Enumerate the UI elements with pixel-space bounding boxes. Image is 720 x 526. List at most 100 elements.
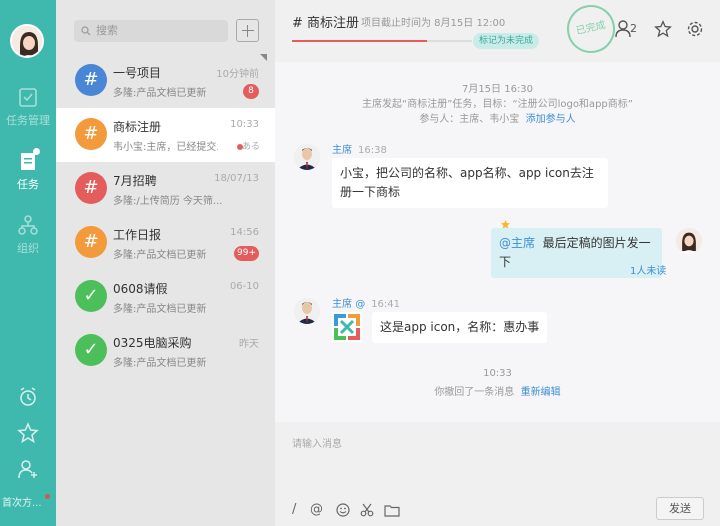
- completed-stamp: 已完成: [562, 0, 620, 58]
- message-input[interactable]: 请输入消息: [292, 435, 342, 450]
- conversation-item[interactable]: ✓ 0608请假 06-10 多隆:产品文档已更新: [56, 270, 275, 324]
- message-line: 册一下商标: [340, 185, 401, 199]
- conversation-preview: 多隆:产品文档已更新: [113, 304, 207, 315]
- task-progress-fill: [292, 40, 427, 42]
- conversation-title: 工作日报: [113, 228, 162, 242]
- members-icon[interactable]: [615, 20, 631, 38]
- search-input[interactable]: 搜索: [74, 20, 228, 42]
- add-participant-link[interactable]: 添加参与人: [526, 114, 576, 125]
- message-bubble[interactable]: 这是app icon，名称：惠办事: [372, 312, 548, 343]
- org-icon: [18, 215, 38, 235]
- mention-tag[interactable]: @主席: [499, 236, 535, 250]
- mention-icon[interactable]: @: [310, 502, 323, 517]
- checkmark-icon: ✓: [75, 280, 107, 312]
- system-date: 7月15日 16:30: [461, 84, 534, 95]
- chat-title: # 商标注册: [292, 16, 360, 31]
- add-contact-button[interactable]: [0, 458, 56, 483]
- conversation-list: 搜索 # 一号项目 10分钟前 多隆:产品文档已更新 8 # 商标注册 10:3…: [56, 0, 275, 526]
- conversation-title: 商标注册: [113, 120, 162, 134]
- sender-name: 主席 @16:41: [332, 295, 400, 310]
- hash-icon: #: [75, 172, 107, 204]
- message-composer[interactable]: 请输入消息 / @ 发送: [275, 422, 720, 526]
- conversation-preview: 多隆:/上传简历 今天筛...: [113, 196, 223, 207]
- read-status[interactable]: 1人未读: [630, 262, 666, 277]
- conversation-mini-label: ある: [241, 142, 260, 152]
- star-icon: [17, 422, 39, 444]
- nav-tasks-label: 任务: [17, 178, 39, 191]
- star-icon[interactable]: [654, 20, 672, 38]
- conversation-title: 一号项目: [113, 66, 162, 80]
- mention-symbol: @: [355, 299, 366, 310]
- conversation-item[interactable]: # 工作日报 14:56 多隆:产品文档已更新 99+: [56, 216, 275, 270]
- participants-label: 参与人：主席、韦小宝: [419, 114, 520, 125]
- status-dot: [44, 494, 50, 499]
- conversation-title: 7月招聘: [113, 174, 157, 188]
- status-indicator[interactable]: 首次方...: [0, 494, 56, 509]
- nav-task-management[interactable]: 任务管理: [0, 86, 56, 128]
- checkmark-icon: ✓: [75, 334, 107, 366]
- conversation-time: 昨天: [239, 339, 259, 350]
- deadline-text: 项目截止时间为 8月15日 12:00: [361, 18, 506, 29]
- conversation-title: 0325电脑采购: [113, 336, 192, 350]
- conversation-preview: 多隆:产品文档已更新: [113, 358, 207, 369]
- user-avatar[interactable]: [10, 24, 44, 58]
- folder-icon[interactable]: [384, 503, 400, 517]
- mark-incomplete-button[interactable]: 标记为未完成: [473, 33, 540, 49]
- recall-text: 你撤回了一条消息: [434, 387, 515, 398]
- sender-avatar[interactable]: [294, 144, 320, 170]
- conversation-item[interactable]: # 一号项目 10分钟前 多隆:产品文档已更新 8: [56, 54, 275, 108]
- chat-header: # 商标注册 项目截止时间为 8月15日 12:00 标记为未完成 已完成 2: [275, 0, 720, 62]
- hash-icon: #: [75, 64, 107, 96]
- re-edit-link[interactable]: 重新编辑: [521, 387, 561, 398]
- sender-name: 主席 16:38: [332, 141, 387, 156]
- nav-task-management-label: 任务管理: [6, 114, 50, 127]
- add-conversation-button[interactable]: [236, 19, 259, 42]
- recall-notice: 你撤回了一条消息 重新编辑: [275, 383, 720, 398]
- left-rail: 任务管理 任务 组织 首次方...: [0, 0, 56, 526]
- message-bubble[interactable]: 小宝，把公司的名称、app名称、app icon去注 册一下商标: [332, 158, 608, 208]
- add-user-icon: [18, 460, 37, 479]
- message-time: 16:41: [371, 299, 401, 310]
- conversation-preview: 多隆:产品文档已更新: [113, 250, 207, 261]
- settings-gear-icon[interactable]: [686, 20, 704, 38]
- clipboard-icon: [19, 88, 37, 107]
- app-icon-image[interactable]: [332, 312, 362, 342]
- nav-organization-label: 组织: [17, 242, 39, 255]
- conversation-title: 0608请假: [113, 282, 168, 296]
- my-avatar[interactable]: [676, 228, 702, 254]
- recall-time: 10:33: [483, 368, 512, 379]
- participants-line: 参与人：主席、韦小宝 添加参与人: [275, 110, 720, 125]
- system-message: 主席发起“商标注册”任务，目标：“注册公司logo和app商标”: [362, 99, 633, 110]
- nav-tasks-dot: [33, 148, 40, 155]
- conversation-time: 18/07/13: [214, 173, 259, 184]
- sender-name-text: 主席: [332, 145, 352, 156]
- slash-command-icon[interactable]: /: [292, 502, 296, 517]
- nav-organization[interactable]: 组织: [0, 214, 56, 256]
- search-icon: [81, 26, 91, 36]
- chat-panel: # 商标注册 项目截止时间为 8月15日 12:00 标记为未完成 已完成 2 …: [275, 0, 720, 526]
- scissors-icon[interactable]: [360, 503, 374, 517]
- message-time: 16:38: [358, 145, 387, 156]
- member-count: 2: [630, 22, 637, 35]
- conversation-preview: 韦小宝:主席，已经提交...: [113, 142, 218, 153]
- emoji-icon[interactable]: [336, 503, 350, 517]
- nav-tasks[interactable]: 任务: [0, 148, 56, 192]
- alarm-button[interactable]: [0, 386, 56, 411]
- conversation-item[interactable]: # 7月招聘 18/07/13 多隆:/上传简历 今天筛...: [56, 162, 275, 216]
- conversation-preview: 多隆:产品文档已更新: [113, 88, 207, 99]
- alarm-icon: [20, 387, 36, 406]
- favorites-button[interactable]: [0, 422, 56, 447]
- hash-icon: #: [75, 118, 107, 150]
- conversation-time: 06-10: [229, 281, 259, 292]
- conversation-time: 14:56: [230, 227, 259, 238]
- sender-avatar[interactable]: [294, 298, 320, 324]
- conversation-item-active[interactable]: # 商标注册 10:33 韦小宝:主席，已经提交... ある: [56, 108, 275, 162]
- message-area[interactable]: 7月15日 16:30 主席发起“商标注册”任务，目标：“注册公司logo和ap…: [275, 62, 720, 422]
- message-line: 小宝，把公司的名称、app名称、app icon去注: [340, 166, 594, 180]
- conversation-time: 10分钟前: [216, 69, 259, 80]
- sender-name-text: 主席: [332, 299, 352, 310]
- conversation-item[interactable]: ✓ 0325电脑采购 昨天 多隆:产品文档已更新: [56, 324, 275, 378]
- hash-icon: #: [75, 226, 107, 258]
- send-button[interactable]: 发送: [656, 497, 704, 520]
- status-text: 首次方...: [2, 498, 42, 509]
